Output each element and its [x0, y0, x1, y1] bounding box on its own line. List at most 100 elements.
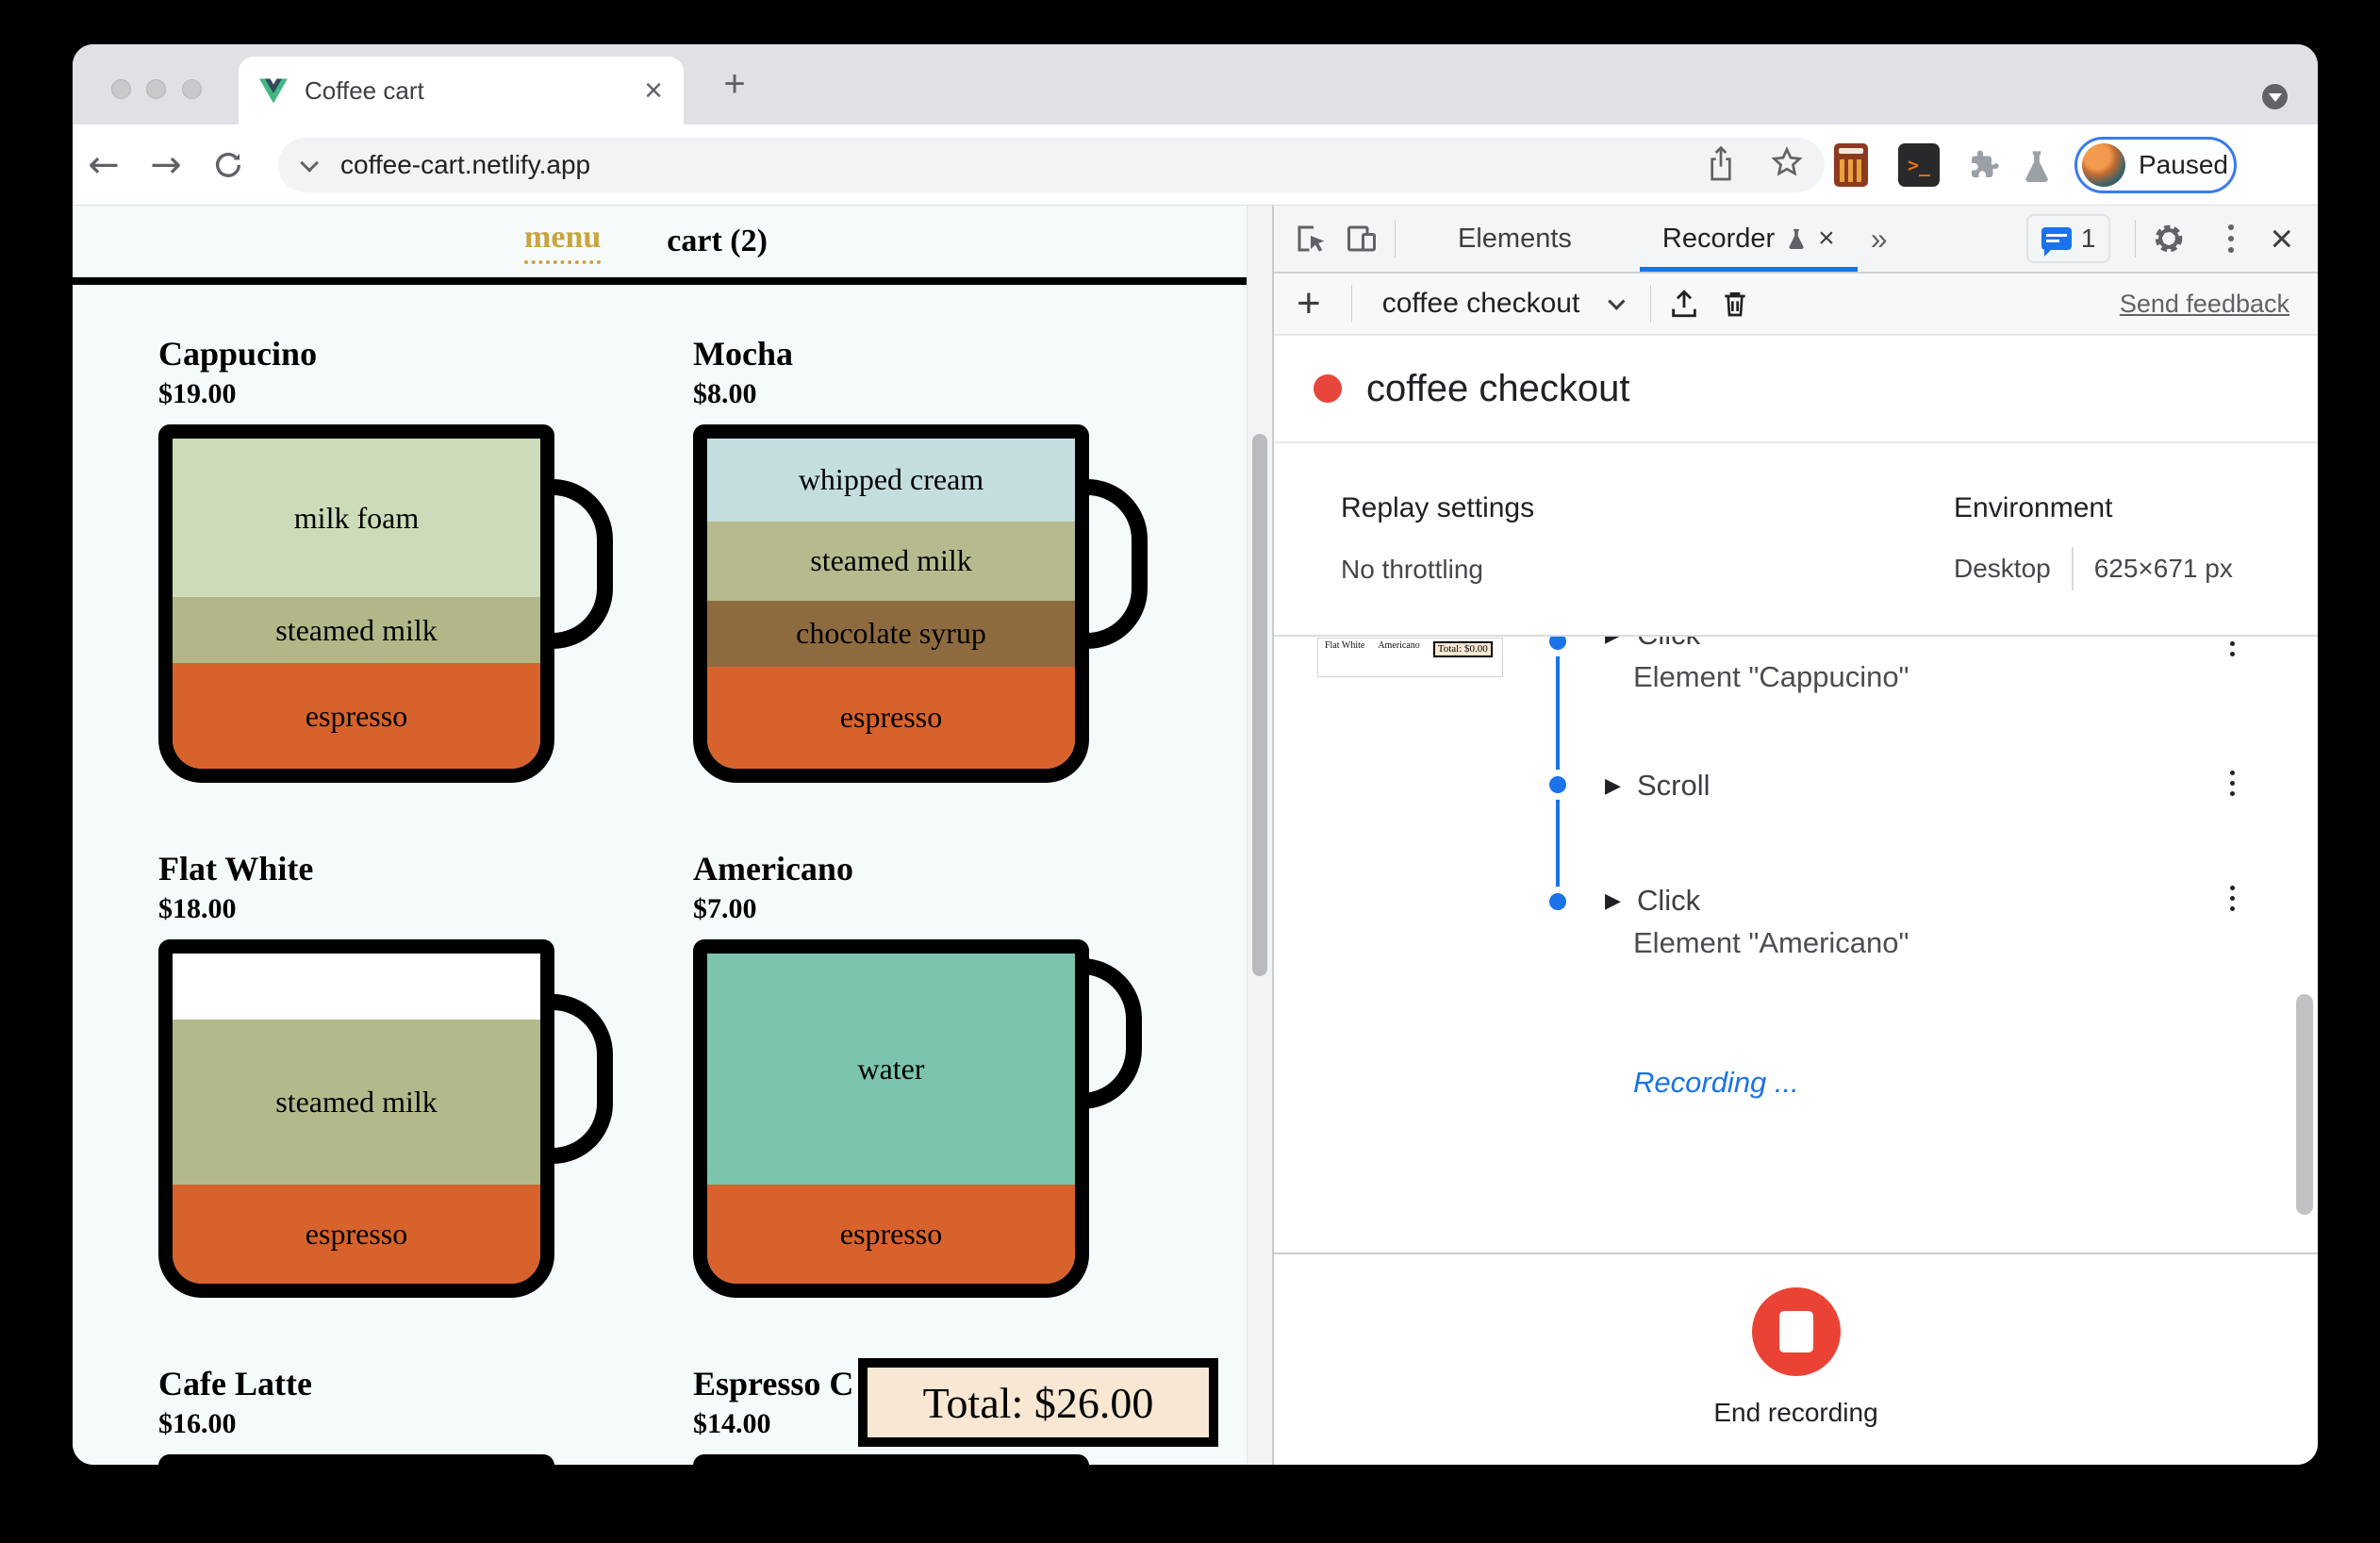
tab-recorder[interactable]: Recorder ×: [1636, 206, 1861, 272]
cup-americano[interactable]: water espresso: [693, 939, 1089, 1298]
cup-espresso-c[interactable]: [693, 1454, 1089, 1465]
nav-link-menu[interactable]: menu: [524, 220, 602, 264]
menu-item: Cafe Latte $16.00: [158, 1362, 554, 1465]
more-tabs-icon[interactable]: »: [1861, 222, 1897, 257]
steps-scrollbar-thumb[interactable]: [2296, 994, 2313, 1215]
traffic-light-close[interactable]: [111, 79, 131, 99]
cup-flat-white[interactable]: steamed milk espresso: [158, 939, 554, 1298]
step-expand-icon[interactable]: ▶: [1605, 888, 1633, 913]
layer-label: steamed milk: [810, 543, 972, 577]
cup-layer: espresso: [173, 663, 540, 769]
forward-button[interactable]: →: [142, 141, 190, 189]
environment-title[interactable]: Environment: [1954, 492, 2112, 524]
bookmark-star-icon[interactable]: [1770, 145, 1804, 184]
layer-label: espresso: [839, 700, 943, 735]
tab-close-icon[interactable]: ×: [644, 75, 663, 107]
tab-elements[interactable]: Elements: [1431, 206, 1598, 272]
nav-link-cart[interactable]: cart (2): [667, 224, 768, 259]
send-feedback-link[interactable]: Send feedback: [2120, 290, 2289, 319]
cup-layer: chocolate syrup: [707, 600, 1075, 667]
item-price: $7.00: [693, 893, 757, 924]
layer-label: whipped cream: [798, 462, 984, 497]
screenshot-stage: Coffee cart × + ← → coffee-cart.netlify.…: [0, 0, 2380, 1543]
devtools-close-icon[interactable]: ×: [2255, 216, 2318, 261]
url-bar[interactable]: coffee-cart.netlify.app: [278, 138, 1825, 192]
layer-label: espresso: [305, 1217, 408, 1251]
extension-ledger-icon[interactable]: [1834, 143, 1868, 187]
layer-label: steamed milk: [275, 1085, 438, 1119]
recording-title: coffee checkout: [1366, 367, 1630, 409]
step-menu-kebab-icon[interactable]: [2230, 886, 2235, 911]
divider: [1395, 220, 1396, 257]
add-recording-button[interactable]: +: [1274, 283, 1344, 324]
traffic-light-minimize[interactable]: [146, 79, 166, 99]
item-name: Cappucino: [158, 335, 318, 373]
cart-total-badge[interactable]: Total: $26.00: [858, 1358, 1218, 1447]
step-expand-icon[interactable]: ▶: [1605, 773, 1633, 798]
issues-counter[interactable]: 1: [2025, 214, 2111, 263]
environment-type: Desktop: [1954, 554, 2051, 583]
cup-cafe-latte[interactable]: [158, 1454, 554, 1465]
layer-label: espresso: [305, 698, 408, 733]
reload-button[interactable]: [205, 141, 252, 189]
cup-layer: steamed milk: [173, 1020, 540, 1185]
menu-item: Mocha $8.00 whipped cream steamed milk choco…: [693, 332, 1148, 847]
item-price: $8.00: [693, 378, 757, 409]
recorder-step[interactable]: ▶ Click Element "Cappucino": [1605, 637, 2176, 694]
replay-settings-title[interactable]: Replay settings: [1341, 492, 1534, 524]
thumbnail-total-badge: Total: $0.00: [1432, 641, 1493, 657]
tab-recorder-label: Recorder: [1661, 223, 1776, 254]
recording-select[interactable]: coffee checkout: [1360, 288, 1644, 320]
layer-label: chocolate syrup: [796, 616, 986, 650]
page-scrollbar-thumb[interactable]: [1252, 434, 1267, 976]
avatar: [2082, 143, 2125, 187]
tab-search-icon[interactable]: [2262, 84, 2288, 109]
site-info-chevron-icon[interactable]: [300, 153, 320, 173]
tab-elements-label: Elements: [1458, 223, 1572, 254]
end-recording-button[interactable]: [1751, 1287, 1841, 1376]
step-menu-kebab-icon[interactable]: [2230, 637, 2235, 656]
recorder-footer: End recording: [1274, 1253, 2318, 1465]
recording-status: Recording ...: [1633, 1066, 1799, 1099]
recorder-step[interactable]: ▶ Scroll: [1605, 769, 2176, 803]
profile-label: Paused: [2139, 150, 2228, 179]
export-recording-icon[interactable]: [1659, 278, 1710, 329]
devtools-menu-kebab-icon[interactable]: [2228, 224, 2235, 253]
cup-mocha[interactable]: whipped cream steamed milk chocolate syrup…: [693, 424, 1089, 783]
recorder-step[interactable]: ▶ Click Element "Americano": [1605, 884, 2176, 960]
issues-bubble-icon: [2041, 227, 2072, 257]
browser-tab[interactable]: Coffee cart ×: [239, 57, 684, 124]
step-thumbnail: Flat White Americano Total: $0.00: [1317, 638, 1503, 677]
page-scrollbar-track[interactable]: [1247, 206, 1272, 1465]
delete-recording-icon[interactable]: [1710, 278, 1760, 329]
device-toolbar-icon[interactable]: [1336, 213, 1387, 264]
tab-recorder-close-icon[interactable]: ×: [1818, 223, 1835, 255]
cup-layer: water: [707, 954, 1075, 1185]
step-action: Click: [1637, 884, 1701, 917]
cup-layer: espresso: [173, 1185, 540, 1284]
new-tab-button[interactable]: +: [710, 59, 759, 108]
cup-wrap: milk foam steamed milk espresso: [158, 424, 613, 783]
cup-layer: espresso: [707, 1185, 1075, 1284]
traffic-light-zoom[interactable]: [182, 79, 202, 99]
cup-cappucino[interactable]: milk foam steamed milk espresso: [158, 424, 554, 783]
share-icon[interactable]: [1706, 145, 1736, 188]
step-action: Scroll: [1637, 769, 1711, 802]
profile-chip[interactable]: Paused: [2074, 137, 2237, 193]
replay-settings-value: No throttling: [1341, 555, 1483, 584]
back-button[interactable]: ←: [80, 141, 127, 189]
item-name: Mocha: [693, 335, 793, 373]
item-price: $16.00: [158, 1408, 237, 1439]
inspect-element-icon[interactable]: [1285, 213, 1336, 264]
extension-terminal-icon[interactable]: >_: [1898, 143, 1940, 187]
extension-flask-icon[interactable]: [2021, 147, 2053, 190]
site-nav: menu cart (2): [73, 206, 1272, 285]
step-menu-kebab-icon[interactable]: [2230, 771, 2235, 796]
item-name: Americano: [693, 850, 853, 888]
step-expand-icon[interactable]: ▶: [1605, 637, 1633, 647]
coffee-cart-page: menu cart (2) Cappucino $19.00 milk foam st…: [73, 206, 1272, 1465]
step-detail: Element "Americano": [1633, 926, 1909, 959]
settings-gear-icon[interactable]: [2143, 213, 2194, 264]
devtools-panel: Elements Recorder × » 1 × + coffee check…: [1272, 206, 2318, 1465]
extensions-puzzle-icon[interactable]: [1966, 149, 2000, 188]
